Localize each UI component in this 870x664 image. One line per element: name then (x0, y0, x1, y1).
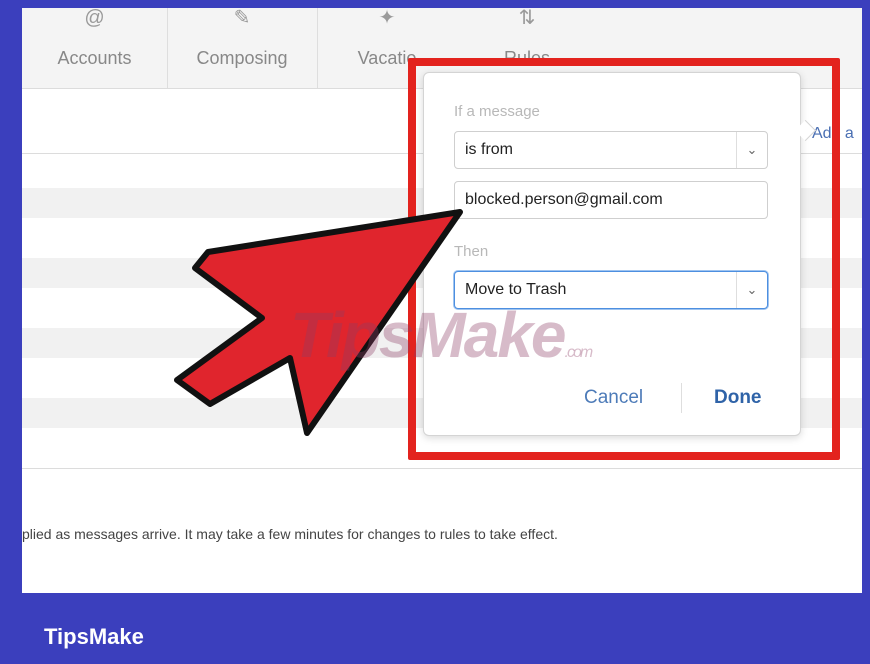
watermark-logo: TipsMake.com (290, 298, 594, 372)
watermark-suffix: .com (564, 344, 594, 361)
brand-label: TipsMake (44, 624, 144, 649)
watermark-text: TipsMake (290, 299, 566, 371)
